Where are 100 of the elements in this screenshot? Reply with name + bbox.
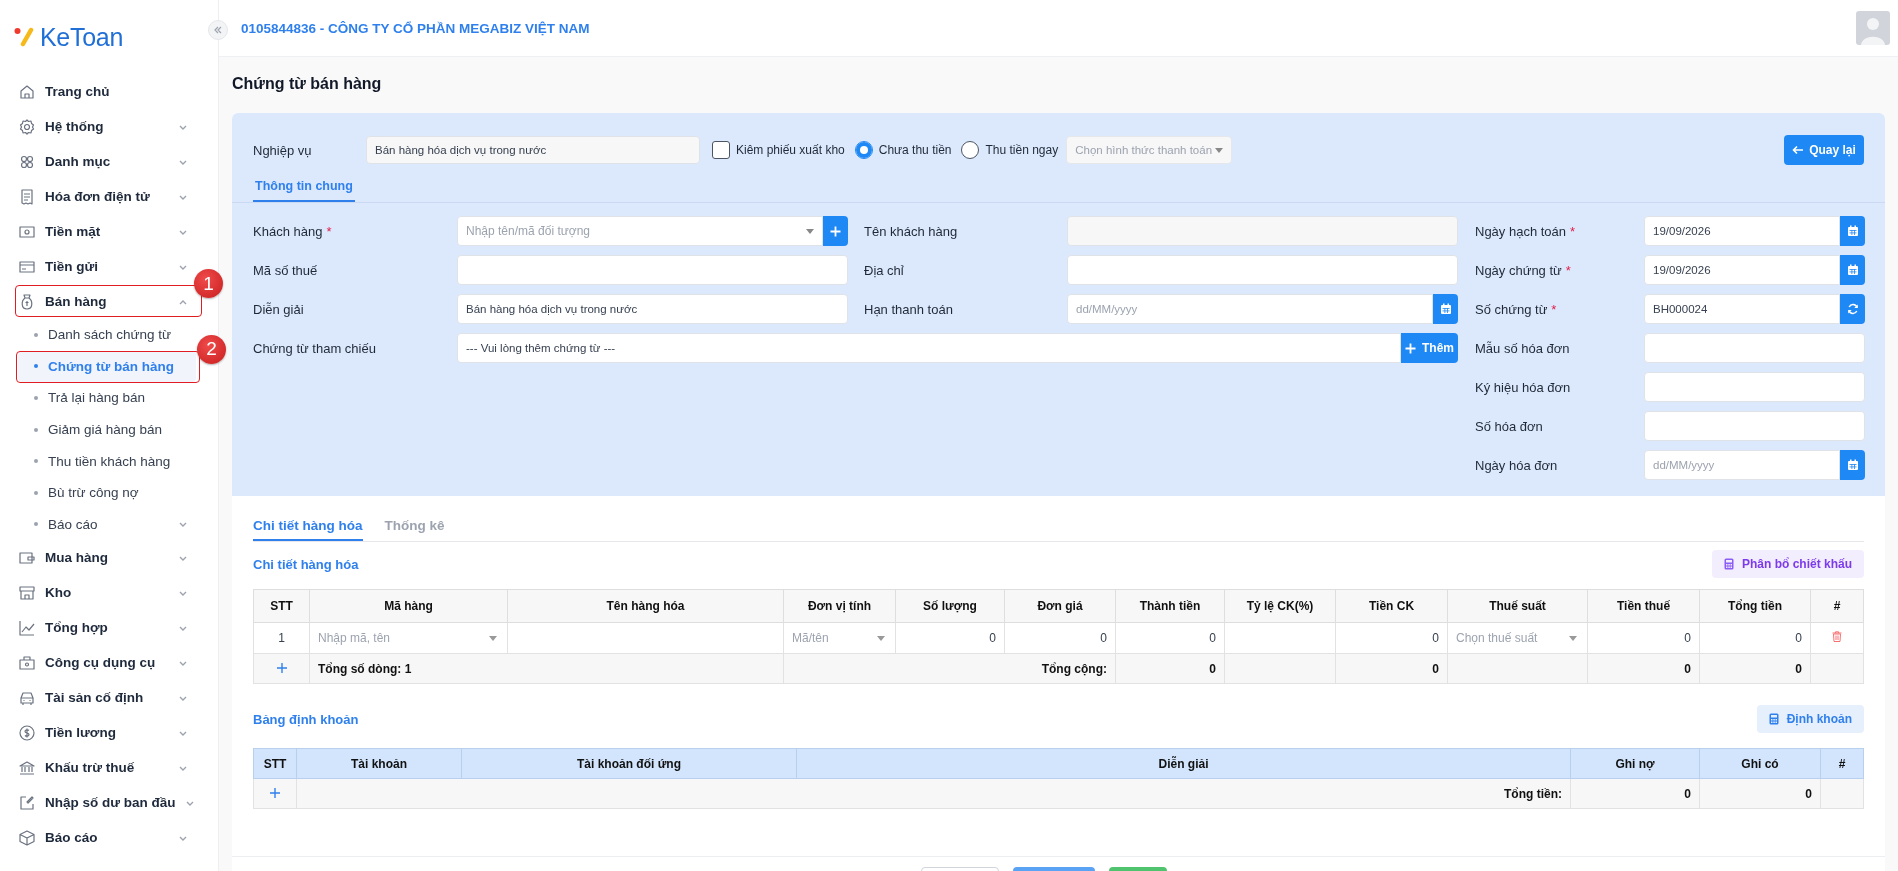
sidebar-item[interactable]: Tổng hợp bbox=[0, 610, 194, 646]
sidebar-label: Danh mục bbox=[45, 154, 112, 169]
sidebar-item[interactable]: Mua hàng bbox=[0, 540, 194, 576]
input-field[interactable] bbox=[1644, 411, 1865, 441]
table-cell: 1 bbox=[253, 622, 310, 654]
add-row-icon[interactable] bbox=[270, 787, 280, 798]
field-label: Hạn thanh toán bbox=[864, 301, 954, 317]
add-button[interactable]: Thêm bbox=[1401, 333, 1458, 363]
calendar-button[interactable] bbox=[1840, 255, 1865, 285]
column-header: Tài khoản đối ứng bbox=[461, 748, 797, 779]
double-chevron-icon bbox=[213, 25, 223, 35]
column-header: Mã hàng bbox=[309, 589, 508, 623]
sidebar-label: Trả lại hàng bán bbox=[48, 390, 147, 406]
sidebar-subitem[interactable]: Bù trừ công nợ bbox=[18, 476, 196, 509]
input-field[interactable]: BH000024 bbox=[1644, 294, 1840, 324]
trash-icon[interactable] bbox=[1832, 631, 1842, 642]
toolbox-icon bbox=[18, 653, 36, 672]
section-title: Bảng định khoản bbox=[253, 711, 359, 727]
back-button[interactable]: Quay lại bbox=[1784, 135, 1864, 165]
sidebar-item[interactable]: Hệ thống bbox=[0, 109, 194, 144]
input-field[interactable] bbox=[457, 255, 848, 285]
sidebar-item[interactable]: Khấu trừ thuế bbox=[0, 750, 194, 786]
sidebar-label: Tổng hợp bbox=[45, 620, 109, 636]
sidebar-item[interactable]: Danh mục bbox=[0, 144, 194, 179]
add-button[interactable] bbox=[823, 216, 848, 246]
input-field[interactable] bbox=[1644, 372, 1865, 402]
input-cell[interactable]: 0 bbox=[895, 622, 1005, 654]
table-cell: 0 bbox=[1335, 653, 1448, 684]
refresh-button[interactable] bbox=[1840, 294, 1865, 324]
column-header: Tỷ lệ CK(%) bbox=[1224, 589, 1336, 623]
column-header: STT bbox=[253, 748, 297, 779]
caret-icon bbox=[1569, 636, 1577, 641]
date-field[interactable]: 19/09/2026 bbox=[1644, 216, 1840, 246]
input-cell[interactable]: 0 bbox=[1587, 622, 1700, 654]
sidebar-subitem[interactable]: Thu tiền khách hàng bbox=[18, 445, 196, 477]
radio-button[interactable] bbox=[854, 141, 873, 159]
calendar-icon bbox=[1846, 264, 1859, 276]
input-cell[interactable]: 0 bbox=[1004, 622, 1116, 654]
calendar-button[interactable] bbox=[1840, 450, 1865, 480]
sidebar-item[interactable]: Hóa đơn điện tử bbox=[0, 179, 194, 214]
sidebar-label: Hóa đơn điện tử bbox=[45, 189, 151, 204]
plus-icon bbox=[830, 225, 841, 237]
input-field[interactable]: Bán hàng hóa dịch vụ trong nước bbox=[457, 294, 848, 324]
sidebar-item[interactable]: Tài sản cố định bbox=[0, 680, 194, 716]
sidebar-item[interactable]: Trang chủ bbox=[0, 74, 194, 109]
sidebar-item[interactable]: Báo cáo bbox=[0, 820, 194, 856]
sidebar-item[interactable]: Kho bbox=[0, 575, 194, 611]
sidebar-label: Tiền gửi bbox=[45, 259, 100, 274]
sidebar-label: Bán hàng bbox=[45, 294, 108, 309]
sidebar-item[interactable]: Tiền gửi bbox=[0, 249, 194, 284]
input-cell[interactable]: 0 bbox=[1699, 622, 1811, 654]
sidebar-label: Báo cáo bbox=[48, 516, 99, 532]
sidebar-label: Danh sách chứng từ bbox=[48, 327, 173, 343]
add-row-icon[interactable] bbox=[276, 662, 287, 673]
input-field[interactable]: Bán hàng hóa dịch vụ trong nước bbox=[366, 136, 700, 164]
logo-text: KeToan bbox=[40, 22, 123, 52]
sidebar-subitem[interactable]: Báo cáo bbox=[18, 508, 196, 541]
sidebar-item[interactable]: Nhập số dư ban đầu bbox=[0, 785, 194, 821]
sidebar-label: Nhập số dư ban đầu bbox=[45, 795, 176, 811]
callout-badge: 2 bbox=[197, 334, 226, 364]
sidebar-item[interactable]: Công cụ dụng cụ bbox=[0, 645, 194, 681]
sidebar-label: Chứng từ bán hàng bbox=[48, 358, 176, 374]
input-cell[interactable]: 0 bbox=[1335, 622, 1448, 654]
table-cell: 0 bbox=[1570, 778, 1700, 809]
sidebar-subitem[interactable]: Danh sách chứng từ bbox=[18, 319, 196, 351]
date-field[interactable]: 19/09/2026 bbox=[1644, 255, 1840, 285]
sidebar-item[interactable]: Tiền lương bbox=[0, 715, 194, 751]
table-cell: 0 bbox=[1115, 653, 1225, 684]
calendar-button[interactable] bbox=[1433, 294, 1458, 324]
caret-icon bbox=[806, 228, 814, 234]
field-label: Ký hiệu hóa đơn bbox=[1475, 379, 1572, 395]
input-field[interactable] bbox=[1067, 255, 1458, 285]
sidebar-item[interactable]: Bán hàng bbox=[0, 284, 194, 319]
reference-field[interactable]: --- Vui lòng thêm chứng từ --- bbox=[457, 333, 1401, 363]
calendar-button[interactable] bbox=[1840, 216, 1865, 246]
column-header: Diễn giải bbox=[796, 748, 1571, 779]
sidebar-item[interactable]: Tiền mặt bbox=[0, 214, 194, 249]
input-cell[interactable] bbox=[1224, 622, 1336, 654]
collapse-button[interactable] bbox=[208, 20, 228, 40]
column-header: Thành tiền bbox=[1115, 589, 1225, 623]
field-label: Khách hàng * bbox=[253, 223, 333, 239]
sidebar-subitem[interactable]: Giảm giá hàng bán bbox=[18, 413, 196, 446]
input-cell[interactable]: 0 bbox=[1115, 622, 1225, 654]
input-field[interactable] bbox=[1644, 333, 1865, 363]
radio-button[interactable] bbox=[961, 141, 980, 159]
calendar-icon bbox=[1846, 459, 1859, 471]
discount-button[interactable]: Phân bổ chiết khấu bbox=[1712, 550, 1864, 578]
tab[interactable]: Chi tiết hàng hóa bbox=[253, 518, 363, 541]
sidebar-subitem[interactable]: Trả lại hàng bán bbox=[18, 382, 196, 414]
sidebar-subitem[interactable]: Chứng từ bán hàng bbox=[18, 350, 196, 383]
sidebar-label: Tiền lương bbox=[45, 725, 117, 741]
checkbox[interactable] bbox=[712, 141, 730, 159]
field-label: Chứng từ tham chiếu bbox=[253, 340, 377, 356]
column-header: Đơn giá bbox=[1004, 589, 1116, 623]
column-header: STT bbox=[253, 589, 310, 623]
table-cell: Tổng số dòng: 1 bbox=[309, 653, 784, 684]
table-cell: Tổng tiền: bbox=[296, 778, 1571, 809]
page-title: Chứng từ bán hàng bbox=[232, 75, 383, 94]
input-cell[interactable] bbox=[507, 622, 784, 654]
column-header: Thuế suất bbox=[1447, 589, 1588, 623]
